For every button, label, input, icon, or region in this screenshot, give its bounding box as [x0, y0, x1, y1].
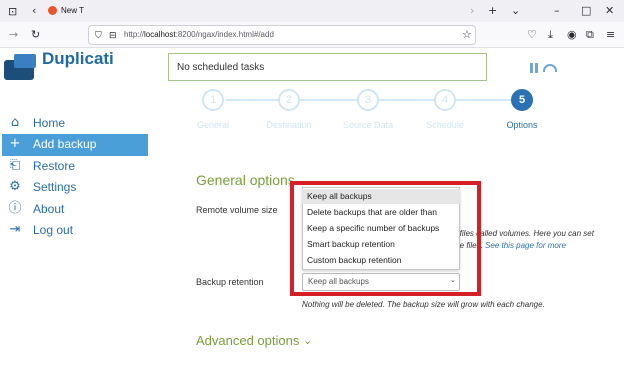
sidebar-item-label: Restore	[33, 159, 76, 173]
sidebar-item-label: Log out	[33, 223, 74, 237]
new-tab-icon[interactable]: +	[488, 5, 497, 17]
back-icon[interactable]: →	[9, 29, 18, 41]
step-4-label[interactable]: Schedule	[405, 120, 485, 130]
remote-volume-label: Remote volume size	[196, 205, 278, 215]
step-1-circle[interactable]: 1	[202, 89, 224, 111]
close-window-icon[interactable]: ✕	[605, 5, 614, 17]
minimize-icon[interactable]: –	[554, 5, 560, 17]
page-info-icon[interactable]: ⊟	[109, 30, 117, 42]
throttle-icon[interactable]	[543, 64, 557, 72]
step-3-circle[interactable]: 3	[357, 89, 379, 111]
general-options-heading: General options	[196, 172, 295, 188]
step-4-circle[interactable]: 4	[434, 89, 456, 111]
step-connector	[378, 99, 438, 101]
sidebar-item-about[interactable]: ⓘ About	[2, 199, 148, 221]
sidebar-item-label: Settings	[33, 180, 77, 194]
tab-list-icon[interactable]: ⌄	[511, 5, 520, 17]
step-3-label[interactable]: Source Data	[328, 120, 408, 130]
retention-note: Nothing will be deleted. The backup size…	[302, 300, 545, 309]
tab-title: New T	[61, 6, 84, 15]
step-1-label[interactable]: General	[173, 120, 253, 130]
step-2-label[interactable]: Destination	[249, 120, 329, 130]
step-5-label[interactable]: Options	[482, 120, 562, 130]
highlight-annotation	[290, 181, 481, 296]
reload-icon[interactable]: ↻	[31, 29, 40, 41]
chevron-down-icon[interactable]: ⌄	[303, 334, 312, 347]
plus-icon: +	[9, 136, 21, 151]
url-text: http://localhost:8200/ngax/index.html#/a…	[124, 30, 274, 39]
restore-icon: ⎗	[9, 158, 21, 173]
advanced-options-toggle[interactable]: Advanced options	[196, 333, 299, 348]
sidebar-item-add-backup[interactable]: + Add backup	[2, 134, 148, 156]
step-5-circle[interactable]: 5	[511, 89, 533, 111]
sidebar-item-logout[interactable]: ⇥ Log out	[2, 220, 148, 242]
bookmark-star-icon[interactable]: ☆	[462, 29, 472, 41]
tab-favicon-icon	[48, 6, 57, 15]
step-2-circle[interactable]: 2	[278, 89, 300, 111]
pause-icon[interactable]	[530, 63, 538, 73]
gear-icon: ⚙	[9, 179, 21, 194]
backup-retention-label: Backup retention	[196, 277, 264, 287]
home-icon: ⌂	[10, 115, 20, 130]
app-title[interactable]: Duplicati	[42, 49, 114, 69]
see-more-link[interactable]: See this page for more	[485, 241, 566, 250]
extensions-icon[interactable]: ⧉	[586, 29, 594, 41]
sidebar-item-label: About	[33, 202, 65, 216]
sidebar-item-settings[interactable]: ⚙ Settings	[2, 177, 148, 199]
downloads-icon[interactable]: ⤓	[548, 29, 553, 41]
menu-icon[interactable]: ≡	[606, 29, 615, 41]
step-connector	[456, 99, 514, 101]
sidebar-item-restore[interactable]: ⎗ Restore	[2, 156, 148, 178]
pocket-icon[interactable]: ♡	[527, 29, 537, 41]
status-text: No scheduled tasks	[177, 62, 265, 73]
tab-overview-icon[interactable]: ⊡	[8, 6, 17, 18]
maximize-icon[interactable]: □	[581, 5, 591, 17]
info-icon: ⓘ	[8, 201, 22, 216]
account-icon[interactable]: ◉	[567, 29, 577, 41]
shield-icon[interactable]: ⛉	[95, 30, 102, 42]
sidebar-item-home[interactable]: ⌂ Home	[2, 113, 148, 135]
step-connector	[299, 99, 359, 101]
tab-scroll-left-icon[interactable]: ‹	[32, 5, 36, 17]
tab-scroll-right-icon[interactable]: ›	[470, 5, 474, 17]
sidebar-item-label: Add backup	[33, 137, 97, 151]
browser-tab-bar	[0, 0, 624, 22]
logo-icon-front	[14, 54, 36, 68]
logout-icon: ⇥	[9, 222, 21, 237]
sidebar-item-label: Home	[33, 116, 66, 130]
